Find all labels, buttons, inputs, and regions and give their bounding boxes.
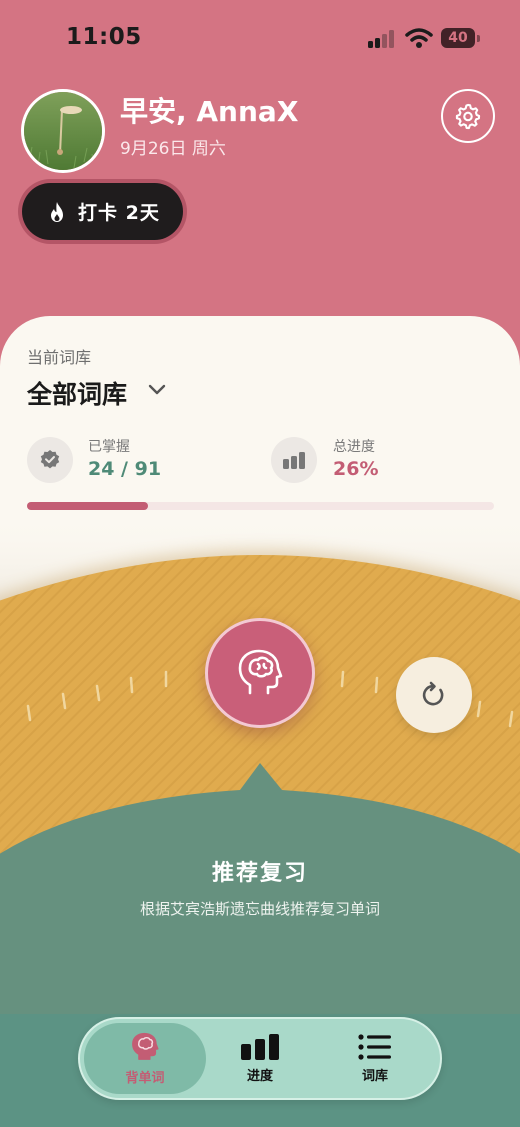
start-review-button[interactable] xyxy=(205,618,315,728)
tab-memorize[interactable]: 背单词 xyxy=(84,1023,206,1094)
library-label: 当前词库 xyxy=(27,348,92,367)
tab-bar: 背单词 进度 词库 xyxy=(78,1017,442,1100)
total-progress-value: 26% xyxy=(333,458,379,480)
progress-chart-icon xyxy=(271,437,317,483)
progress-bar xyxy=(27,502,494,510)
list-icon xyxy=(358,1034,391,1060)
refresh-button[interactable] xyxy=(396,657,472,733)
tab-memorize-label: 背单词 xyxy=(125,1071,165,1086)
recommend-title: 推荐复习 xyxy=(211,861,308,886)
progress-bar-fill xyxy=(27,502,149,510)
total-progress-label: 总进度 xyxy=(333,439,375,455)
tab-library[interactable]: 词库 xyxy=(314,1023,436,1094)
bar-chart-icon xyxy=(241,1034,279,1060)
brain-icon xyxy=(132,1032,159,1060)
tab-progress[interactable]: 进度 xyxy=(199,1023,321,1094)
brain-head-icon xyxy=(238,649,283,695)
library-selector[interactable]: 全部词库 xyxy=(27,375,127,411)
recommend-description: 根据艾宾浩斯遗忘曲线推荐复习单词 xyxy=(139,900,380,918)
mastered-badge-icon xyxy=(27,437,73,483)
tab-progress-label: 进度 xyxy=(246,1069,273,1084)
mastered-value: 24 / 91 xyxy=(88,458,162,480)
tab-library-label: 词库 xyxy=(361,1069,388,1084)
review-scene xyxy=(0,515,520,1014)
refresh-icon xyxy=(422,681,444,706)
mastered-label: 已掌握 xyxy=(88,439,130,455)
chevron-down-icon[interactable] xyxy=(148,384,166,396)
